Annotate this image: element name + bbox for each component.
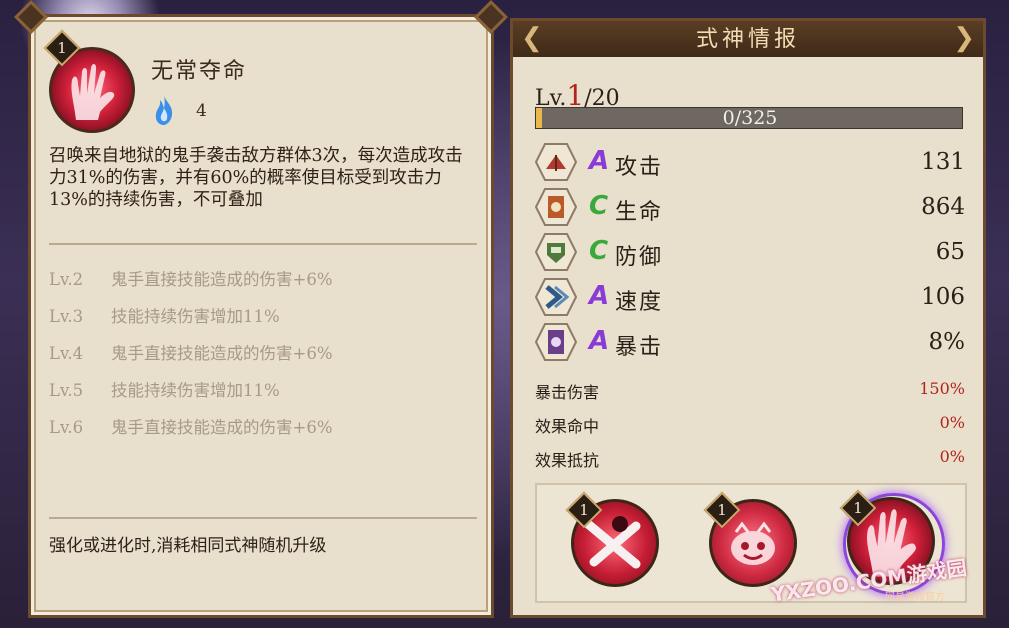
skill-level-badge-number: 1 [579, 501, 589, 519]
skill-name: 无常夺命 [151, 59, 248, 84]
stat-value: 8% [928, 329, 966, 355]
upgrade-text: 鬼手直接技能造成的伤害+6% [111, 418, 333, 437]
skill-level-badge-number: 1 [853, 499, 863, 517]
sub-stat-row: 暴击伤害 150% [535, 379, 965, 403]
stat-name: 防御 [615, 245, 664, 270]
stat-grade: C [589, 236, 609, 266]
sub-stat-value: 150% [919, 379, 965, 398]
stat-name: 攻击 [615, 155, 664, 180]
upgrade-level: Lv.5 [49, 381, 84, 400]
upgrade-level: Lv.2 [49, 270, 84, 289]
upgrade-level: Lv.6 [49, 418, 84, 437]
stat-value: 864 [921, 194, 965, 220]
title-bar: ❮ ❯ 式神情报 [513, 21, 983, 57]
divider [49, 243, 477, 245]
upgrade-level: Lv.3 [49, 307, 84, 326]
exp-bar: 0/325 [535, 107, 963, 129]
stat-value: 106 [921, 284, 965, 310]
stat-name: 生命 [615, 200, 664, 225]
onibi-fire-icon [155, 96, 173, 125]
stat-grade: A [589, 146, 610, 176]
level-badge-number: 1 [57, 39, 67, 57]
upgrade-row: Lv.3 技能持续伤害增加11% [49, 303, 280, 327]
panel-title: 式神情报 [695, 27, 800, 52]
skill-level-badge-number: 1 [717, 501, 727, 519]
upgrade-text: 鬼手直接技能造成的伤害+6% [111, 270, 333, 289]
sub-stat-name: 暴击伤害 [535, 383, 600, 402]
upgrade-text: 技能持续伤害增加11% [111, 307, 280, 326]
divider [49, 517, 477, 519]
stat-value: 65 [935, 239, 965, 265]
armor-icon [535, 233, 577, 271]
ghost-hands-icon [71, 64, 115, 120]
stat-grade: C [589, 191, 609, 221]
upgrade-level: Lv.4 [49, 344, 84, 363]
speed-icon [535, 278, 577, 316]
stat-row-crit: A 暴击 8% [535, 321, 965, 363]
stat-grade: A [589, 326, 610, 356]
stat-row-defense: C 防御 65 [535, 231, 965, 273]
upgrade-row: Lv.2 鬼手直接技能造成的伤害+6% [49, 266, 333, 290]
stat-row-attack: A 攻击 131 [535, 141, 965, 183]
upgrade-text: 鬼手直接技能造成的伤害+6% [111, 344, 333, 363]
sub-stat-name: 效果抵抗 [535, 451, 600, 470]
sub-stat-value: 0% [939, 413, 965, 432]
fan-icon [535, 143, 577, 181]
upgrade-row: Lv.4 鬼手直接技能造成的伤害+6% [49, 340, 333, 364]
stat-grade: A [589, 281, 610, 311]
upgrade-row: Lv.6 鬼手直接技能造成的伤害+6% [49, 414, 333, 438]
stat-value: 131 [921, 149, 965, 175]
skill-description: 召唤来自地狱的鬼手袭击敌方群体3次，每次造成攻击力31%的伤害，并有60%的概率… [49, 146, 463, 210]
sub-stat-row: 效果抵抗 0% [535, 447, 965, 471]
watermark-subtext: 网易游戏官方 [885, 592, 945, 603]
upgrade-note: 强化或进化时,消耗相同式神随机升级 [49, 536, 327, 556]
sub-stat-value: 0% [939, 447, 965, 466]
scroll-icon [535, 188, 577, 226]
shikigami-info-panel: ❮ ❯ 式神情报 Lv.1/20 0/325 A 攻击 131 C 生命 864… [510, 18, 986, 618]
stat-row-speed: A 速度 106 [535, 276, 965, 318]
stat-row-hp: C 生命 864 [535, 186, 965, 228]
skill-detail-panel: 1 无常夺命 4 召唤来自地狱的鬼手袭击敌方群体3次，每次造成攻击力31%的伤害… [14, 0, 508, 618]
skill-cost: 4 [196, 101, 207, 121]
stat-name: 速度 [615, 290, 664, 315]
sub-stat-row: 效果命中 0% [535, 413, 965, 437]
sub-stat-name: 效果命中 [535, 417, 600, 436]
stat-name: 暴击 [615, 335, 664, 360]
exp-text: 0/325 [722, 107, 778, 129]
crit-icon [535, 323, 577, 361]
upgrade-text: 技能持续伤害增加11% [111, 381, 280, 400]
upgrade-row: Lv.5 技能持续伤害增加11% [49, 377, 280, 401]
